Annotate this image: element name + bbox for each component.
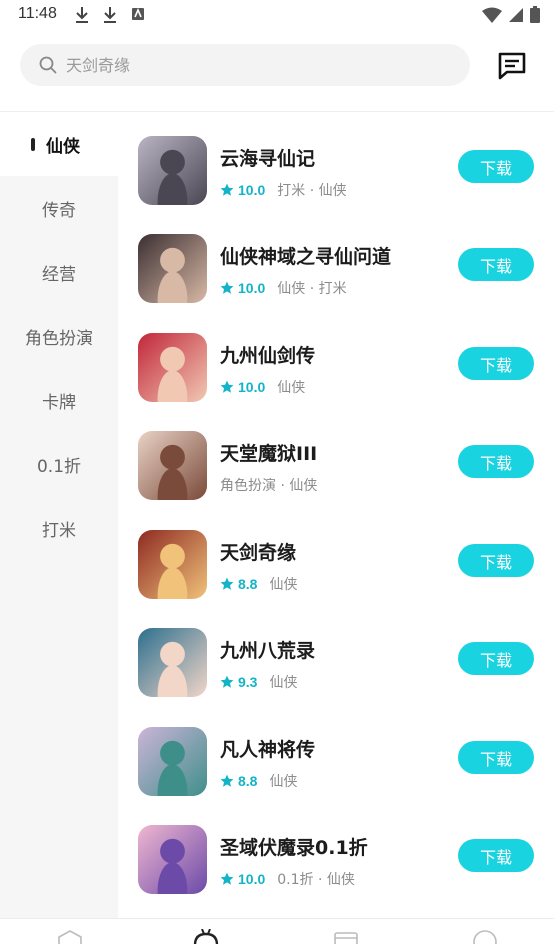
game-tags: 仙侠 (269, 675, 298, 691)
game-name: 九州八荒录 (220, 640, 316, 662)
star-icon (220, 281, 234, 294)
category-item-rpg[interactable]: 角色扮演 (0, 304, 118, 368)
game-tags: 角色扮演 · 仙侠 (220, 478, 318, 494)
game-name: 天剑奇缘 (220, 542, 297, 564)
game-tags: 0.1折 · 仙侠 (277, 872, 355, 888)
category-label: 传奇 (42, 200, 76, 221)
category-label: 仙侠 (46, 136, 80, 157)
category-item-chuanqi[interactable]: 传奇 (0, 176, 118, 240)
game-meta: 10.0 打米 · 仙侠 (220, 180, 347, 200)
status-icons (482, 6, 540, 23)
game-icon[interactable] (138, 333, 207, 402)
category-label: 角色扮演 (25, 328, 93, 349)
game-icon[interactable] (138, 825, 207, 894)
app-icon (132, 7, 144, 20)
game-name: 凡人神将传 (220, 739, 316, 761)
game-list-item[interactable]: 圣域伏魔录0.1折 10.0 0.1折 · 仙侠 下载 (118, 801, 554, 899)
game-name: 天堂魔狱III (220, 443, 318, 465)
category-item-jingying[interactable]: 经营 (0, 240, 118, 304)
game-icon[interactable] (192, 929, 220, 944)
category-label: 打米 (42, 520, 76, 541)
game-rating: 9.3 (238, 674, 258, 690)
game-rating: 10.0 (238, 182, 266, 198)
game-icon[interactable] (138, 136, 207, 205)
game-list-item[interactable]: 凡人神将传 8.8 仙侠 下载 (118, 703, 554, 801)
message-icon[interactable] (496, 51, 528, 81)
game-tags: 仙侠 (277, 380, 306, 396)
game-list-item[interactable]: 九州八荒录 9.3 仙侠 下载 (118, 604, 554, 702)
category-item-xianxia[interactable]: 仙侠 (0, 112, 118, 176)
download-button[interactable]: 下载 (458, 347, 534, 380)
category-sidebar: 仙侠 传奇 经营 角色扮演 卡牌 0.1折 打米 (0, 112, 118, 920)
game-tags: 打米 · 仙侠 (277, 183, 347, 199)
game-rating: 10.0 (238, 379, 266, 395)
download-icon (104, 7, 116, 23)
game-tags: 仙侠 · 打米 (277, 281, 347, 297)
home-icon[interactable] (57, 929, 83, 944)
category-item-card[interactable]: 卡牌 (0, 368, 118, 432)
search-input[interactable] (66, 44, 446, 86)
category-label: 0.1折 (36, 456, 82, 477)
download-button[interactable]: 下载 (458, 445, 534, 478)
game-name: 仙侠神域之寻仙问道 (220, 246, 392, 268)
game-rating: 8.8 (238, 576, 258, 592)
wifi-icon (482, 7, 502, 23)
game-list-item[interactable]: 仙侠神域之寻仙问道 10.0 仙侠 · 打米 下载 (118, 210, 554, 308)
game-rating: 10.0 (238, 871, 266, 887)
star-icon (220, 675, 234, 688)
game-icon[interactable] (138, 431, 207, 500)
status-time: 11:48 (18, 5, 57, 22)
star-icon (220, 577, 234, 590)
game-meta: 8.8 仙侠 (220, 771, 297, 791)
battery-icon (530, 6, 540, 23)
game-meta: 9.3 仙侠 (220, 672, 297, 692)
download-button[interactable]: 下载 (458, 741, 534, 774)
game-meta: 10.0 仙侠 (220, 377, 305, 397)
game-icon[interactable] (138, 530, 207, 599)
gift-icon[interactable] (333, 929, 359, 944)
header (0, 30, 554, 112)
status-bar: 11:48 (0, 0, 554, 30)
category-label: 经营 (42, 264, 76, 285)
bottom-nav (0, 918, 554, 944)
game-meta: 8.8 仙侠 (220, 574, 297, 594)
game-name: 九州仙剑传 (220, 345, 316, 367)
game-icon[interactable] (138, 727, 207, 796)
download-icon (76, 7, 88, 23)
game-list-item[interactable]: 九州仙剑传 10.0 仙侠 下载 (118, 309, 554, 407)
profile-icon[interactable] (472, 929, 498, 944)
game-rating: 10.0 (238, 280, 266, 296)
category-item-dami[interactable]: 打米 (0, 496, 118, 560)
game-list-item[interactable]: 天堂魔狱III 角色扮演 · 仙侠 下载 (118, 407, 554, 505)
download-button[interactable]: 下载 (458, 150, 534, 183)
download-button[interactable]: 下载 (458, 248, 534, 281)
active-indicator (31, 138, 35, 151)
game-list-item[interactable]: 天剑奇缘 8.8 仙侠 下载 (118, 506, 554, 604)
game-name: 云海寻仙记 (220, 148, 316, 170)
game-meta: 10.0 仙侠 · 打米 (220, 278, 347, 298)
signal-icon (509, 7, 523, 22)
search-bar[interactable] (20, 44, 470, 86)
game-icon[interactable] (138, 234, 207, 303)
category-label: 卡牌 (42, 392, 76, 413)
download-button[interactable]: 下载 (458, 839, 534, 872)
game-meta: 10.0 0.1折 · 仙侠 (220, 869, 355, 889)
star-icon (220, 380, 234, 393)
game-list: 云海寻仙记 10.0 打米 · 仙侠 下载 仙侠神域之寻仙问道 10.0 仙侠 … (118, 112, 554, 920)
download-button[interactable]: 下载 (458, 642, 534, 675)
game-rating: 8.8 (238, 773, 258, 789)
game-meta: 角色扮演 · 仙侠 (220, 475, 317, 495)
game-tags: 仙侠 (269, 774, 298, 790)
game-tags: 仙侠 (269, 577, 298, 593)
star-icon (220, 872, 234, 885)
game-list-item[interactable]: 云海寻仙记 10.0 打米 · 仙侠 下载 (118, 112, 554, 210)
download-button[interactable]: 下载 (458, 544, 534, 577)
game-icon[interactable] (138, 628, 207, 697)
game-name: 圣域伏魔录0.1折 (220, 837, 368, 859)
category-item-discount[interactable]: 0.1折 (0, 432, 118, 496)
search-icon (39, 56, 57, 74)
star-icon (220, 183, 234, 196)
star-icon (220, 774, 234, 787)
